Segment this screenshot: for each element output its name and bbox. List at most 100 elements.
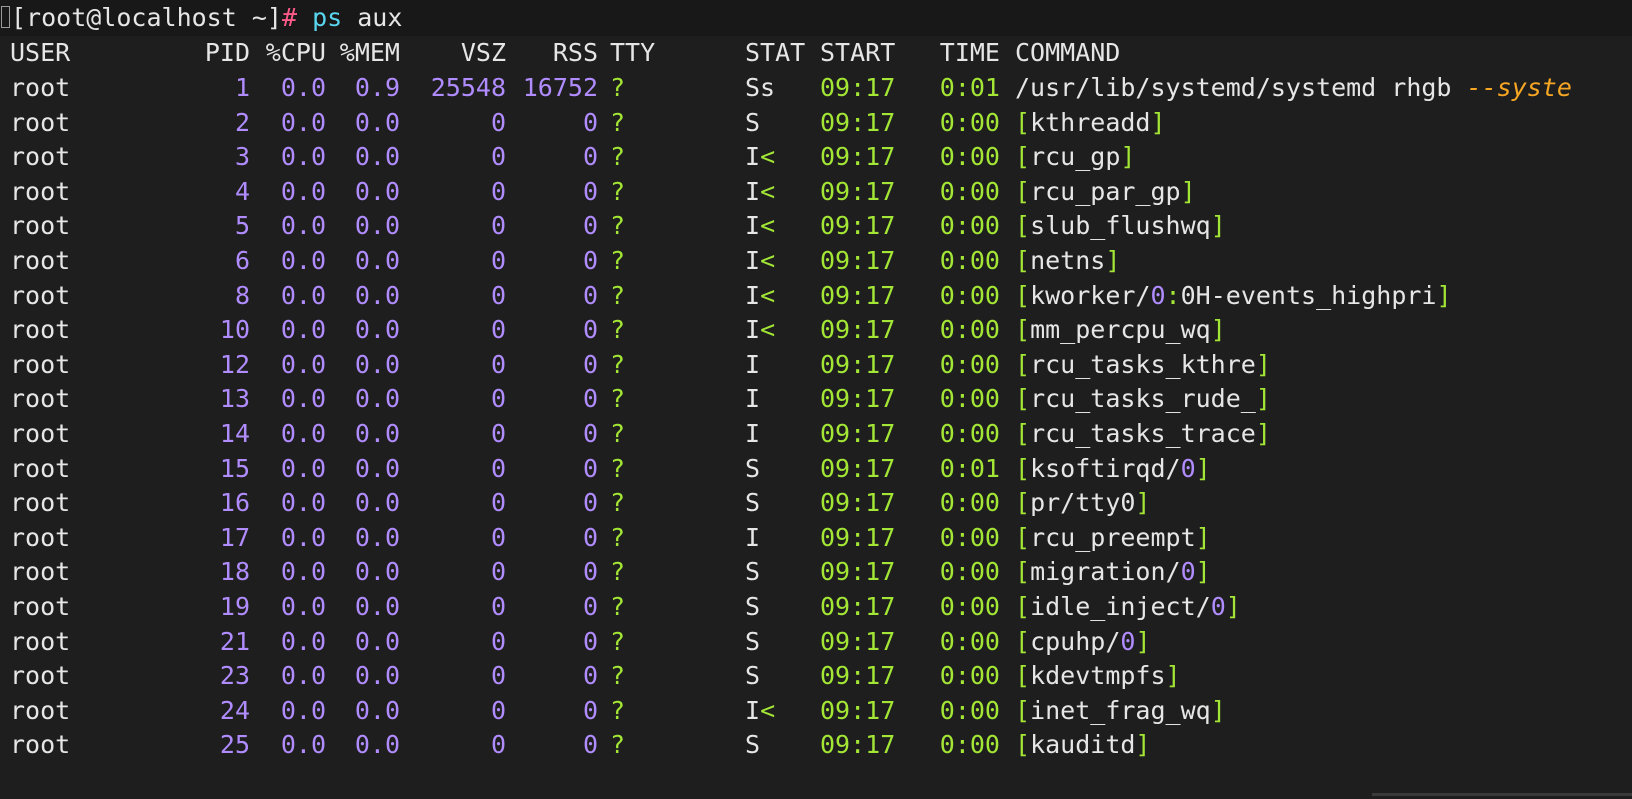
cell-start: 09:17 bbox=[820, 246, 896, 275]
header-command: COMMAND bbox=[1015, 38, 1121, 67]
stat-suffix: < bbox=[760, 315, 776, 345]
cell-mem: 0.0 bbox=[354, 522, 400, 552]
cell-rss: 0 bbox=[582, 280, 598, 310]
cell-stat: S bbox=[745, 727, 760, 763]
header-start: START bbox=[820, 38, 896, 67]
cell-command: [ksoftirqd/0] bbox=[1015, 451, 1211, 487]
cell-pid: 2 bbox=[234, 107, 250, 137]
header-tty: TTY bbox=[610, 38, 656, 67]
cell-command: [migration/0] bbox=[1015, 554, 1211, 590]
cell-rss: 0 bbox=[582, 246, 598, 275]
cell-cpu: 0.0 bbox=[280, 730, 326, 760]
cell-command: [kauditd] bbox=[1015, 727, 1150, 763]
cell-mem: 0.0 bbox=[354, 246, 400, 275]
prompt-user-host: [root@localhost ~] bbox=[11, 3, 282, 32]
bracket-open: [ bbox=[1015, 453, 1031, 483]
cell-vsz: 0 bbox=[490, 142, 506, 172]
command-text: mm_percpu_wq bbox=[1030, 315, 1211, 345]
bracket-open: [ bbox=[1015, 695, 1031, 725]
cell-stat: I bbox=[745, 416, 760, 452]
bracket-open: [ bbox=[1015, 522, 1031, 552]
cell-vsz: 0 bbox=[490, 419, 506, 448]
cell-stat: I< bbox=[745, 693, 775, 729]
cell-start: 09:17 bbox=[820, 176, 896, 206]
cell-pid: 14 bbox=[219, 419, 250, 448]
cell-start: 09:17 bbox=[820, 661, 896, 691]
scrollbar-track[interactable] bbox=[1372, 793, 1632, 796]
command-args: aux bbox=[342, 3, 403, 32]
table-header: USER PID %CPU %MEM VSZ RSS TTY STAT STAR… bbox=[0, 35, 1632, 71]
command-text: ksoftirqd/0 bbox=[1030, 453, 1196, 483]
cell-tty: ? bbox=[610, 246, 626, 275]
cell-time: 0:00 bbox=[939, 488, 1000, 518]
cell-user: root bbox=[10, 107, 71, 137]
stat-suffix: < bbox=[760, 142, 776, 172]
cell-stat: I< bbox=[745, 208, 775, 244]
cell-user: root bbox=[10, 661, 71, 691]
cell-command: [pr/tty0] bbox=[1015, 485, 1150, 521]
cell-start: 09:17 bbox=[820, 280, 896, 310]
cell-mem: 0.0 bbox=[354, 419, 400, 448]
cell-command: [netns] bbox=[1015, 243, 1120, 279]
bracket-open: [ bbox=[1015, 557, 1031, 587]
stat-code: S bbox=[745, 453, 761, 483]
cell-time: 0:00 bbox=[939, 280, 1000, 310]
cell-stat: I bbox=[745, 381, 760, 417]
cell-tty: ? bbox=[610, 73, 626, 102]
stat-code: I bbox=[745, 419, 761, 448]
cell-command: [kthreadd] bbox=[1015, 105, 1166, 141]
command-text: migration/0 bbox=[1030, 557, 1196, 587]
cell-rss: 0 bbox=[582, 349, 598, 379]
cell-command: [idle_inject/0] bbox=[1015, 589, 1241, 625]
cell-mem: 0.0 bbox=[354, 592, 400, 621]
table-row: root 12 0.0 0.0 0 0? I 09:17 0:00 [rcu_tasks_kthr… bbox=[0, 347, 1632, 383]
cell-start: 09:17 bbox=[820, 211, 896, 241]
cell-tty: ? bbox=[610, 488, 626, 518]
bracket-open: [ bbox=[1015, 107, 1031, 137]
cell-mem: 0.0 bbox=[354, 211, 400, 241]
cell-tty: ? bbox=[610, 592, 626, 621]
table-row: root 10 0.0 0.0 0 0? I< 09:17 0:00 [mm_percpu_wq] bbox=[0, 312, 1632, 348]
cell-cpu: 0.0 bbox=[280, 315, 326, 345]
cell-time: 0:00 bbox=[939, 626, 1000, 656]
cell-time: 0:00 bbox=[939, 211, 1000, 241]
bracket-open: [ bbox=[1015, 142, 1031, 172]
cell-vsz: 0 bbox=[490, 315, 506, 345]
cell-cpu: 0.0 bbox=[280, 142, 326, 172]
cell-stat: S bbox=[745, 554, 760, 590]
cell-tty: ? bbox=[610, 142, 626, 172]
stat-suffix: < bbox=[760, 211, 776, 241]
cell-command: [kworker/0:0H-events_highpri] bbox=[1015, 278, 1452, 314]
stat-code: I bbox=[745, 280, 761, 310]
table-row: root 25 0.0 0.0 0 0? S 09:17 0:00 [kauditd] bbox=[0, 727, 1632, 763]
table-row: root 2 0.0 0.0 0 0? S 09:17 0:00 [kthreadd] bbox=[0, 105, 1632, 141]
cell-start: 09:17 bbox=[820, 557, 896, 587]
cell-vsz: 0 bbox=[490, 557, 506, 587]
cell-stat: I< bbox=[745, 243, 775, 279]
cell-cpu: 0.0 bbox=[280, 626, 326, 656]
table-row: root 16 0.0 0.0 0 0? S 09:17 0:00 [pr/tty0] bbox=[0, 485, 1632, 521]
cell-vsz: 0 bbox=[490, 211, 506, 241]
cell-command: [rcu_tasks_kthre] bbox=[1015, 347, 1271, 383]
cell-user: root bbox=[10, 176, 71, 206]
cell-time: 0:00 bbox=[939, 246, 1000, 275]
bracket-open: [ bbox=[1015, 246, 1031, 275]
cell-rss: 0 bbox=[582, 142, 598, 172]
prompt-line: [root@localhost ~]# ps aux bbox=[0, 0, 1632, 36]
bracket-close: ] bbox=[1195, 522, 1211, 552]
cell-tty: ? bbox=[610, 315, 626, 345]
cell-cpu: 0.0 bbox=[280, 522, 326, 552]
cell-rss: 0 bbox=[582, 592, 598, 621]
cell-stat: I< bbox=[745, 312, 775, 348]
terminal-window[interactable]: [root@localhost ~]# ps aux USER PID %CPU… bbox=[0, 0, 1632, 799]
stat-code: I bbox=[745, 315, 761, 345]
cell-tty: ? bbox=[610, 557, 626, 587]
cell-vsz: 0 bbox=[490, 695, 506, 725]
cell-vsz: 0 bbox=[490, 384, 506, 414]
cell-cpu: 0.0 bbox=[280, 246, 326, 275]
cell-stat: I< bbox=[745, 174, 775, 210]
cell-stat: S bbox=[745, 658, 760, 694]
cell-start: 09:17 bbox=[820, 349, 896, 379]
bracket-open: [ bbox=[1015, 592, 1031, 621]
bracket-open: [ bbox=[1015, 176, 1031, 206]
